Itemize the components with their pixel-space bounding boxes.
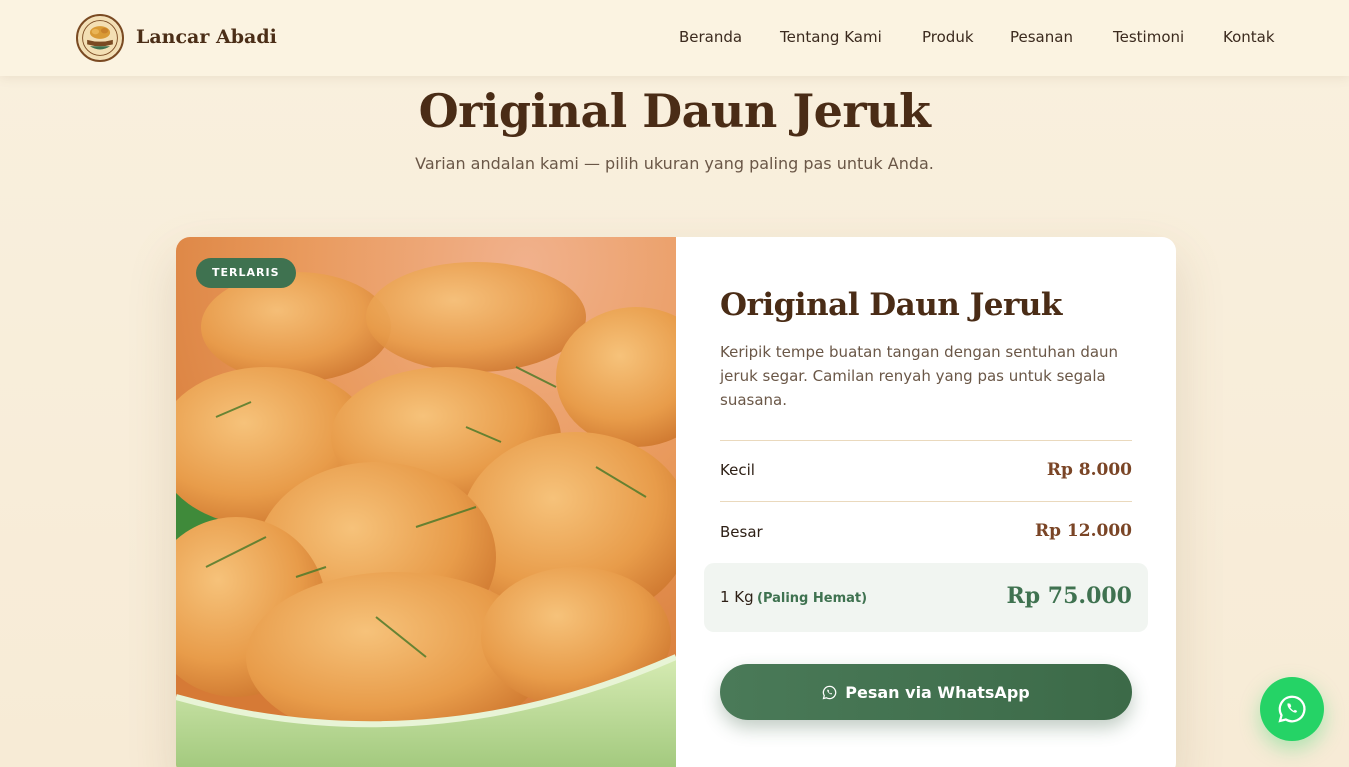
order-whatsapp-button[interactable]: Pesan via WhatsApp	[720, 664, 1132, 720]
order-whatsapp-label: Pesan via WhatsApp	[845, 682, 1030, 702]
nav-item-testimoni[interactable]: Testimoni	[1113, 28, 1184, 46]
page-title: Original Daun Jeruk	[418, 84, 931, 138]
nav-item-beranda[interactable]: Beranda	[679, 28, 742, 46]
divider	[720, 501, 1132, 502]
size-row-1kg: 1 Kg (Paling Hemat) Rp 75.000	[704, 563, 1148, 632]
main-nav: Beranda Tentang Kami Produk Pesanan Test…	[0, 28, 1349, 48]
size-price-1kg: Rp 75.000	[1006, 583, 1132, 609]
nav-item-kontak[interactable]: Kontak	[1223, 28, 1275, 46]
product-description: Keripik tempe buatan tangan dengan sentu…	[720, 343, 1119, 409]
size-label-kecil: Kecil	[720, 461, 755, 479]
site-header: Lancar Abadi Beranda Tentang Kami Produk…	[0, 0, 1349, 76]
floating-whatsapp-button[interactable]	[1260, 677, 1324, 741]
whatsapp-icon	[822, 685, 837, 699]
size-price-kecil: Rp 8.000	[1046, 460, 1132, 480]
bestseller-badge: TERLARIS	[196, 258, 296, 288]
nav-item-tentang-kami[interactable]: Tentang Kami	[780, 28, 882, 46]
size-label-1kg: 1 Kg	[720, 588, 754, 606]
nav-item-pesanan[interactable]: Pesanan	[1010, 28, 1073, 46]
product-photo-art	[176, 237, 676, 767]
product-title: Original Daun Jeruk	[720, 287, 1062, 323]
size-price-besar: Rp 12.000	[1035, 521, 1132, 541]
best-value-tag: (Paling Hemat)	[757, 591, 868, 606]
divider	[720, 440, 1132, 441]
size-label-besar: Besar	[720, 523, 763, 541]
page-subtitle: Varian andalan kami — pilih ukuran yang …	[415, 154, 934, 173]
whatsapp-icon	[1278, 695, 1306, 723]
nav-item-produk[interactable]: Produk	[922, 28, 974, 46]
product-card: TERLARIS Original Daun Jeruk Keripik tem…	[176, 237, 1176, 767]
product-photo: TERLARIS	[176, 237, 676, 767]
